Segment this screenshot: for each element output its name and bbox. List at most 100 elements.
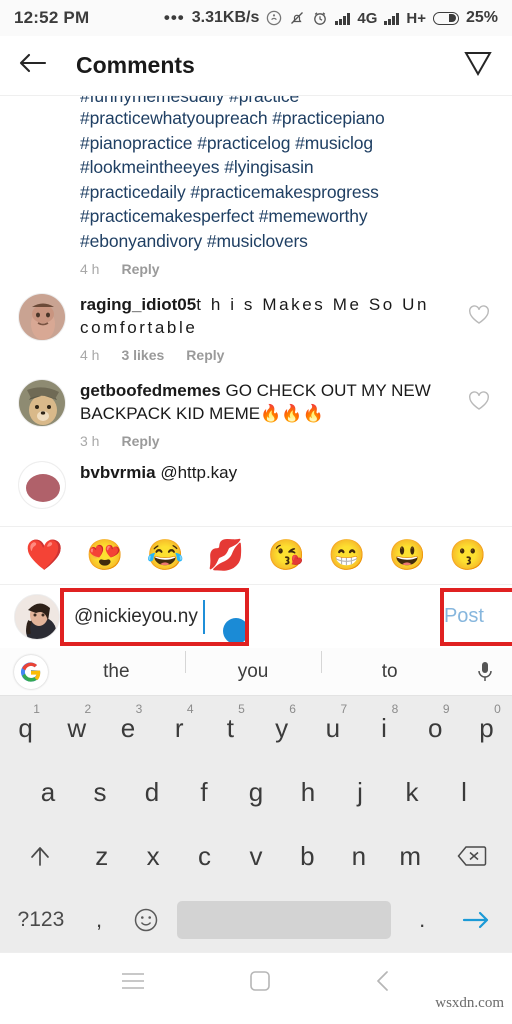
key-d[interactable]: d	[126, 760, 178, 824]
suggestion-word[interactable]: the	[48, 661, 185, 683]
home-square-icon[interactable]	[249, 970, 271, 997]
post-button[interactable]: Post	[430, 605, 498, 628]
hashtag-line: #lookmeintheeyes #lyingisasin	[80, 157, 314, 177]
key-superscript: 2	[84, 702, 92, 716]
hashtag-line: #practicedaily #practicemakesprogress	[80, 181, 379, 202]
suggestion-word[interactable]: to	[321, 650, 458, 683]
reply-button[interactable]: Reply	[121, 433, 159, 449]
emoji-smiley-icon[interactable]: 😃	[389, 540, 426, 571]
key-a[interactable]: a	[22, 760, 74, 824]
avatar[interactable]	[18, 293, 66, 341]
key-b[interactable]: b	[282, 824, 333, 888]
key-w[interactable]: w2	[51, 696, 102, 760]
key-t[interactable]: t5	[205, 696, 256, 760]
key-h[interactable]: h	[282, 760, 334, 824]
comma-key[interactable]: ,	[76, 907, 123, 933]
space-key[interactable]	[176, 901, 391, 939]
comment-text: bvbvrmia @http.kay	[80, 461, 480, 484]
comment-text: raging_idiot05t h i s Makes Me So Un com…	[80, 293, 454, 339]
key-k[interactable]: k	[386, 760, 438, 824]
comment-meta: 4 h 3 likes Reply	[80, 347, 454, 363]
emoji-grin-icon[interactable]: 😁	[328, 540, 365, 571]
key-g[interactable]: g	[230, 760, 282, 824]
key-superscript: 3	[135, 702, 143, 716]
shift-arrow-icon[interactable]	[4, 824, 76, 888]
emoji-joy-icon[interactable]: 😂	[147, 540, 184, 571]
comment-likes[interactable]: 3 likes	[121, 347, 164, 363]
key-x[interactable]: x	[127, 824, 178, 888]
menu-icon[interactable]	[121, 972, 145, 995]
keyboard-row-3[interactable]: z x c v b n m	[0, 824, 512, 888]
avatar[interactable]	[18, 461, 66, 509]
comment-item[interactable]: bvbvrmia @http.kay	[0, 449, 512, 509]
key-i[interactable]: i8	[358, 696, 409, 760]
emoji-heart-icon[interactable]: ❤️	[26, 540, 63, 571]
comments-list[interactable]: #funnymemesdaily #practice #practicewhat…	[0, 96, 512, 526]
status-time: 12:52 PM	[14, 8, 90, 27]
comment-username[interactable]: raging_idiot05	[80, 295, 196, 314]
on-screen-keyboard[interactable]: the you to q1 w2 e3 r4 t5 y6 u7 i8 o9 p0…	[0, 648, 512, 952]
microphone-icon[interactable]	[458, 660, 512, 684]
system-navigation-bar[interactable]: wsxdn.com	[0, 952, 512, 1014]
period-key[interactable]: .	[399, 907, 446, 933]
heart-outline-icon[interactable]	[468, 293, 494, 363]
emoji-kissing-icon[interactable]: 😗	[449, 540, 486, 571]
reply-button[interactable]: Reply	[186, 347, 224, 363]
key-label: e	[120, 712, 136, 743]
key-o[interactable]: o9	[410, 696, 461, 760]
comment-input[interactable]: @nickieyou.ny	[74, 585, 430, 648]
heart-outline-icon[interactable]	[468, 379, 494, 449]
key-f[interactable]: f	[178, 760, 230, 824]
keyboard-row-1[interactable]: q1 w2 e3 r4 t5 y6 u7 i8 o9 p0	[0, 696, 512, 760]
avatar-current-user[interactable]	[14, 593, 60, 640]
key-j[interactable]: j	[334, 760, 386, 824]
network-speed-label: 3.31KB/s	[191, 9, 260, 26]
key-label: o	[427, 712, 443, 743]
emoji-quick-bar[interactable]: ❤️ 😍 😂 💋 😘 😁 😃 😗	[0, 526, 512, 584]
avatar[interactable]	[18, 379, 66, 427]
keyboard-row-2[interactable]: a s d f g h j k l	[0, 760, 512, 824]
comment-input-value[interactable]: @nickieyou.ny	[74, 606, 198, 628]
key-p[interactable]: p0	[461, 696, 512, 760]
key-u[interactable]: u7	[307, 696, 358, 760]
key-n[interactable]: n	[333, 824, 384, 888]
comment-age: 4 h	[80, 261, 100, 277]
symbols-key[interactable]: ?123	[6, 908, 76, 932]
key-l[interactable]: l	[438, 760, 490, 824]
comment-username[interactable]: bvbvrmia	[80, 463, 156, 482]
backspace-icon[interactable]	[436, 824, 508, 888]
emoji-smiley-icon[interactable]	[122, 907, 169, 933]
suggestion-word[interactable]: you	[184, 650, 322, 683]
key-superscript: 6	[289, 702, 296, 716]
key-label: p	[479, 712, 494, 743]
comment-item[interactable]: raging_idiot05t h i s Makes Me So Un com…	[0, 277, 512, 363]
emoji-kissing-heart-icon[interactable]: 😘	[268, 540, 305, 571]
emoji-kiss-mark-icon[interactable]: 💋	[207, 540, 244, 571]
direct-send-icon[interactable]	[462, 47, 494, 84]
key-superscript: 5	[238, 702, 245, 716]
key-e[interactable]: e3	[102, 696, 153, 760]
key-v[interactable]: v	[230, 824, 281, 888]
key-z[interactable]: z	[76, 824, 127, 888]
back-chevron-icon[interactable]	[375, 970, 391, 997]
reply-button[interactable]: Reply	[121, 261, 159, 277]
key-y[interactable]: y6	[256, 696, 307, 760]
comment-username[interactable]: getboofedmemes	[80, 381, 221, 400]
comment-item[interactable]: getboofedmemes GO CHECK OUT MY NEW BACKP…	[0, 363, 512, 449]
keyboard-row-4[interactable]: ?123 , .	[0, 888, 512, 952]
bell-muted-icon	[289, 10, 305, 26]
google-logo-icon[interactable]	[14, 654, 48, 689]
key-label: r	[174, 712, 184, 743]
key-c[interactable]: c	[179, 824, 230, 888]
text-selection-handle[interactable]	[223, 618, 249, 644]
comment-hashtags: #funnymemesdaily #practice #practicewhat…	[0, 96, 512, 277]
comment-meta: 3 h Reply	[80, 433, 454, 449]
emoji-heart-eyes-icon[interactable]: 😍	[86, 540, 123, 571]
key-s[interactable]: s	[74, 760, 126, 824]
enter-arrow-icon[interactable]	[445, 909, 506, 931]
back-arrow-icon[interactable]	[18, 51, 48, 80]
key-m[interactable]: m	[385, 824, 436, 888]
key-q[interactable]: q1	[0, 696, 51, 760]
suggestion-strip[interactable]: the you to	[0, 648, 512, 696]
key-r[interactable]: r4	[154, 696, 205, 760]
